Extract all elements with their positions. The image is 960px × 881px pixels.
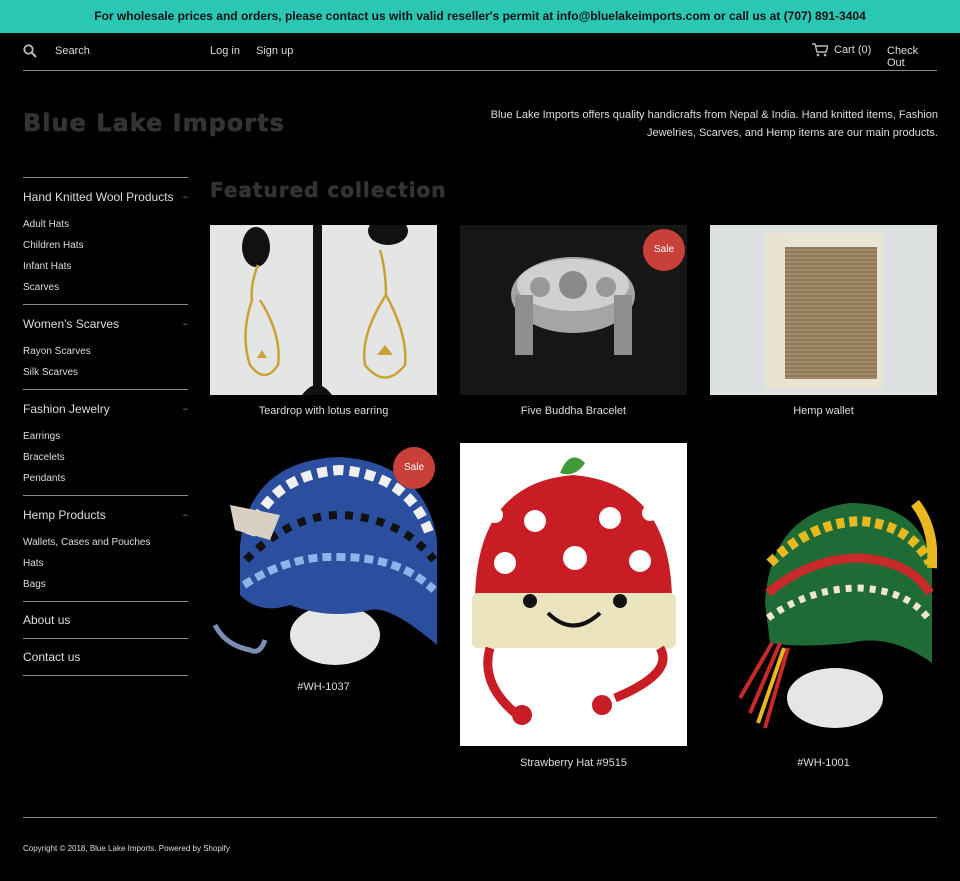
product-title[interactable]: Strawberry Hat #9515: [460, 757, 687, 769]
search-input[interactable]: [55, 45, 195, 57]
search-form[interactable]: [23, 44, 195, 58]
product-title[interactable]: Hemp wallet: [710, 405, 937, 417]
sale-badge: Sale: [393, 447, 435, 489]
signup-link[interactable]: Sign up: [256, 45, 293, 57]
product-card[interactable]: Strawberry Hat #9515: [460, 443, 687, 769]
product-card[interactable]: Hemp wallet: [710, 225, 937, 417]
dash-icon: −: [182, 510, 188, 520]
sidebar-item-wallets[interactable]: Wallets, Cases and Pouches: [23, 532, 188, 553]
nav-group-jewelry: Fashion Jewelry − Earrings Bracelets Pend…: [23, 389, 188, 495]
site-tagline: Blue Lake Imports offers quality handicr…: [490, 109, 938, 139]
sidebar-item-scarves[interactable]: Scarves: [23, 277, 188, 298]
product-image-earring[interactable]: [210, 225, 437, 395]
sale-badge: Sale: [643, 229, 685, 271]
footer-divider: [23, 817, 937, 818]
product-image-hat-1001[interactable]: [710, 443, 937, 746]
nav-heading-hemp[interactable]: Hemp Products −: [23, 506, 188, 524]
sidebar-link-contact[interactable]: Contact us: [23, 638, 188, 675]
cart-link[interactable]: Cart (0): [812, 43, 871, 57]
product-title[interactable]: #WH-1001: [710, 757, 937, 769]
checkout-link[interactable]: Check Out: [887, 45, 937, 69]
sidebar-item-silk-scarves[interactable]: Silk Scarves: [23, 362, 188, 383]
product-image-bracelet[interactable]: Sale: [460, 225, 687, 395]
product-image-strawberry-hat[interactable]: [460, 443, 687, 746]
search-icon[interactable]: [23, 44, 37, 58]
dash-icon: −: [182, 319, 188, 329]
sidebar-item-infant-hats[interactable]: Infant Hats: [23, 256, 188, 277]
featured-heading: Featured collection: [210, 178, 447, 202]
nav-group-hemp: Hemp Products − Wallets, Cases and Pouche…: [23, 495, 188, 601]
nav-group-wool: Hand Knitted Wool Products − Adult Hats C…: [23, 177, 188, 304]
sidebar-item-earrings[interactable]: Earrings: [23, 426, 188, 447]
cart-icon: [812, 43, 828, 57]
sidebar-item-hats[interactable]: Hats: [23, 553, 188, 574]
sidebar-link-about[interactable]: About us: [23, 601, 188, 638]
product-card[interactable]: Teardrop with lotus earring: [210, 225, 437, 417]
sidebar-item-rayon-scarves[interactable]: Rayon Scarves: [23, 341, 188, 362]
footer-copyright: Copyright © 2018, Blue Lake Imports. Pow…: [23, 844, 230, 853]
product-image-hat-1037[interactable]: Sale: [210, 445, 437, 671]
dash-icon: −: [182, 404, 188, 414]
sidebar-nav: Hand Knitted Wool Products − Adult Hats C…: [23, 177, 188, 676]
product-card[interactable]: Sale #WH-1037: [210, 445, 437, 693]
product-image-wallet[interactable]: [710, 225, 937, 395]
top-bar: Log in Sign up Cart (0) Check Out: [23, 33, 937, 71]
sidebar-item-bracelets[interactable]: Bracelets: [23, 447, 188, 468]
nav-heading-scarves[interactable]: Women's Scarves −: [23, 315, 188, 333]
product-title[interactable]: Teardrop with lotus earring: [210, 405, 437, 417]
login-link[interactable]: Log in: [210, 45, 240, 57]
cart-label: Cart (0): [834, 44, 872, 56]
nav-group-scarves: Women's Scarves − Rayon Scarves Silk Scar…: [23, 304, 188, 389]
product-title[interactable]: Five Buddha Bracelet: [460, 405, 687, 417]
site-logo[interactable]: Blue Lake Imports: [23, 109, 285, 137]
sidebar-item-children-hats[interactable]: Children Hats: [23, 235, 188, 256]
nav-heading-wool[interactable]: Hand Knitted Wool Products −: [23, 188, 188, 206]
product-card[interactable]: Sale Five Buddha Bracelet: [460, 225, 687, 417]
product-title[interactable]: #WH-1037: [210, 681, 437, 693]
nav-heading-jewelry[interactable]: Fashion Jewelry −: [23, 400, 188, 418]
sidebar-item-adult-hats[interactable]: Adult Hats: [23, 214, 188, 235]
announcement-banner: For wholesale prices and orders, please …: [0, 0, 960, 33]
product-card[interactable]: #WH-1001: [710, 443, 937, 769]
sidebar-item-pendants[interactable]: Pendants: [23, 468, 188, 489]
sidebar-item-bags[interactable]: Bags: [23, 574, 188, 595]
dash-icon: −: [182, 192, 188, 202]
sidebar-divider: [23, 675, 188, 676]
